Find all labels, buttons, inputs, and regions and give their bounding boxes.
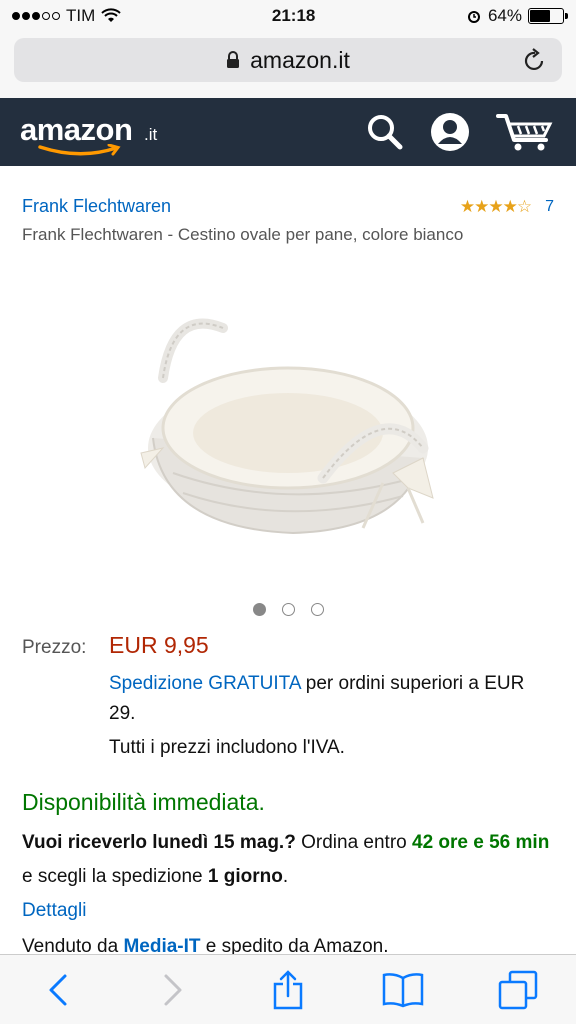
rating[interactable]: ★★★★☆ 7 — [460, 197, 554, 217]
bookmarks-icon — [382, 972, 424, 1007]
forward-button[interactable] — [143, 960, 203, 1020]
url-text: amazon.it — [250, 46, 350, 73]
search-icon[interactable] — [366, 113, 404, 151]
countdown: 42 ore e 56 min — [412, 832, 550, 853]
status-right: 64% — [466, 6, 568, 26]
header-icons — [366, 112, 554, 152]
delivery-question: Vuoi riceverlo lunedì 15 mag.? — [22, 832, 296, 853]
clock: 21:18 — [271, 6, 316, 25]
status-bar: TIM 21:18 64% — [0, 0, 576, 32]
site-header: amazon .it — [0, 98, 576, 166]
account-icon[interactable] — [430, 112, 470, 152]
vat-note: Tutti i prezzi includono l'IVA. — [109, 737, 345, 758]
brand-link[interactable]: Frank Flechtwaren — [22, 196, 171, 217]
alarm-icon — [467, 11, 480, 23]
choose-shipping-text: e scegli la spedizione — [22, 866, 208, 887]
order-within-text: Ordina entro — [295, 832, 412, 853]
rating-stars: ★★★★☆ — [459, 196, 532, 216]
battery-icon — [527, 8, 568, 24]
shipping-info: Spedizione GRATUITA per ordini superiori… — [109, 669, 554, 729]
shipping-speed: 1 giorno — [207, 866, 283, 887]
bookmarks-button[interactable] — [373, 960, 433, 1020]
url-bar-container: amazon.it — [0, 32, 576, 98]
share-icon — [273, 969, 303, 1009]
product-title: Frank Flechtwaren - Cestino ovale per pa… — [22, 225, 464, 244]
share-button[interactable] — [258, 960, 318, 1020]
back-button[interactable] — [28, 960, 88, 1020]
amazon-logo[interactable]: amazon .it — [20, 108, 170, 156]
address-bar[interactable]: amazon.it — [14, 38, 562, 82]
carrier-name: TIM — [66, 6, 96, 25]
delivery-info: Vuoi riceverlo lunedì 15 mag.? Ordina en… — [22, 826, 554, 928]
details-link[interactable]: Dettagli — [22, 900, 86, 921]
logo-domain-suffix: .it — [144, 125, 158, 144]
tabs-icon — [499, 970, 538, 1009]
carousel-dot[interactable] — [252, 603, 266, 616]
delivery-period: . — [282, 866, 289, 887]
status-left: TIM — [12, 6, 121, 26]
tabs-button[interactable] — [488, 960, 548, 1020]
lock-icon — [227, 51, 240, 68]
product-content: Frank Flechtwaren ★★★★☆ 7 Frank Flechtwa… — [0, 196, 576, 958]
cart-icon[interactable] — [496, 112, 554, 152]
price-label: Prezzo: — [22, 637, 87, 658]
brand-row: Frank Flechtwaren ★★★★☆ 7 — [22, 196, 554, 217]
basket-image — [140, 318, 434, 535]
amazon-smile-icon — [38, 144, 121, 156]
availability-status: Disponibilità immediata. — [22, 789, 265, 815]
price-row: Prezzo: EUR 9,95 — [22, 632, 554, 659]
battery-percent: 64% — [487, 6, 522, 25]
review-count[interactable]: 7 — [545, 198, 554, 216]
browser-toolbar — [0, 954, 576, 1024]
free-shipping-link[interactable]: Spedizione GRATUITA — [109, 673, 300, 694]
forward-icon — [164, 974, 182, 1005]
back-icon — [49, 974, 67, 1005]
wifi-icon — [101, 8, 121, 22]
reload-icon[interactable] — [524, 48, 546, 72]
carousel-dot[interactable] — [310, 603, 324, 616]
carousel-dot[interactable] — [281, 603, 295, 616]
signal-strength-icon — [12, 12, 60, 20]
price-value: EUR 9,95 — [109, 632, 209, 658]
product-image[interactable] — [22, 253, 554, 603]
image-carousel-dots — [22, 603, 554, 616]
logo-wordmark: amazon — [20, 112, 133, 147]
